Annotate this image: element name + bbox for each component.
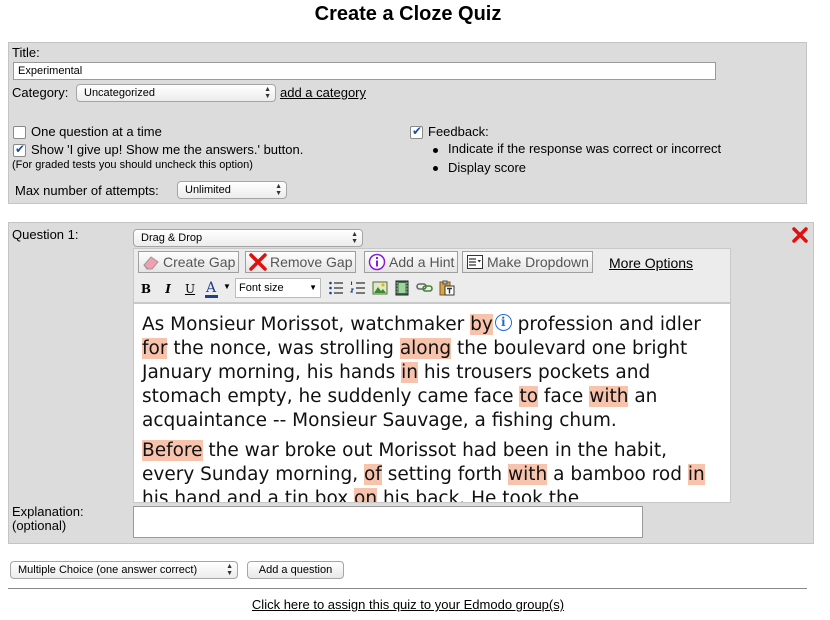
more-options-link[interactable]: More Options [609, 255, 693, 271]
make-dropdown-button[interactable]: Make Dropdown [462, 251, 593, 273]
bullet-list-icon[interactable] [328, 280, 344, 296]
make-dropdown-label: Make Dropdown [487, 254, 589, 270]
feedback-item: Indicate if the response was correct or … [448, 141, 722, 156]
one-question-checkbox[interactable] [13, 126, 26, 139]
editor-toolbar: Create Gap Remove Gap Add a Hint Make Dr… [133, 248, 731, 303]
numbered-list-icon[interactable] [349, 280, 366, 296]
question-panel: Question 1: Drag & Drop ▲ ▼ Create Gap Re… [8, 222, 814, 544]
info-icon [368, 253, 386, 271]
hint-info-icon[interactable]: i [494, 314, 512, 331]
passage-text: As Monsieur Morissot, watchmaker [142, 314, 471, 335]
assign-quiz-link[interactable]: Click here to assign this quiz to your E… [0, 597, 816, 612]
explanation-textarea[interactable] [133, 506, 643, 538]
add-category-link[interactable]: add a category [280, 85, 366, 100]
category-select-value: Uncategorized [84, 87, 155, 99]
gap-word[interactable]: in [687, 464, 705, 485]
max-attempts-select[interactable]: Unlimited ▲ ▼ [177, 181, 287, 199]
title-input[interactable]: Experimental [13, 62, 716, 80]
italic-button[interactable]: I [160, 281, 176, 297]
remove-gap-label: Remove Gap [270, 254, 353, 270]
cloze-passage[interactable]: As Monsieur Morissot, watchmaker by i pro… [142, 313, 722, 503]
footer-divider [8, 588, 807, 589]
explanation-label: Explanation: [12, 504, 84, 519]
max-attempts-value: Unlimited [185, 184, 231, 196]
insert-link-icon[interactable] [416, 280, 434, 296]
gap-word[interactable]: of [363, 464, 382, 485]
passage-text: face [538, 386, 590, 407]
question-editor[interactable]: As Monsieur Morissot, watchmaker by i pro… [133, 303, 731, 503]
font-color-swatch [205, 295, 218, 298]
passage-text: profession and idler [511, 314, 701, 335]
font-size-select[interactable]: Font size ▼ [235, 278, 321, 298]
create-gap-button[interactable]: Create Gap [138, 251, 240, 273]
show-give-up-label: Show 'I give up! Show me the answers.' b… [31, 142, 304, 157]
select-arrows-icon: ▲ ▼ [351, 231, 358, 245]
red-x-icon [249, 253, 267, 271]
font-color-letter: A [206, 280, 217, 296]
add-hint-button[interactable]: Add a Hint [364, 251, 459, 273]
passage-text: setting forth [381, 464, 509, 485]
feedback-checkbox[interactable] [410, 124, 423, 139]
font-color-button[interactable]: A ▼ [204, 278, 232, 298]
one-question-label: One question at a time [31, 124, 162, 139]
gap-word[interactable]: with [589, 386, 629, 407]
dropdown-list-icon [466, 253, 484, 271]
chevron-down-icon: ▼ [223, 282, 231, 291]
passage-text: the nonce, was strolling [167, 338, 400, 359]
gap-word[interactable]: by [470, 314, 493, 335]
font-size-value: Font size [239, 282, 284, 294]
quiz-settings-panel: Title: Experimental Category: Uncategori… [8, 42, 807, 204]
paste-text-icon[interactable] [439, 280, 455, 296]
delete-question-icon[interactable] [792, 227, 808, 243]
passage-text: his hand and a tin box [142, 488, 355, 503]
gap-word[interactable]: with [508, 464, 548, 485]
graded-note: (For graded tests you should uncheck thi… [12, 159, 253, 171]
gap-word[interactable]: on [354, 488, 378, 502]
show-give-up-checkbox[interactable] [13, 142, 26, 157]
passage-paragraph: Before the war broke out Morissot had be… [142, 439, 722, 503]
add-hint-label: Add a Hint [389, 254, 455, 270]
max-attempts-label: Max number of attempts: [15, 183, 159, 198]
bullet-icon [433, 148, 438, 153]
select-arrows-icon: ▲ ▼ [226, 563, 233, 577]
question-label: Question 1: [12, 227, 79, 242]
insert-video-icon[interactable] [394, 280, 410, 296]
add-question-type-select[interactable]: Multiple Choice (one answer correct) ▲ ▼ [10, 561, 238, 579]
gap-word[interactable]: to [519, 386, 539, 407]
category-select[interactable]: Uncategorized ▲ ▼ [76, 84, 276, 102]
feedback-label: Feedback: [428, 124, 489, 139]
remove-gap-button[interactable]: Remove Gap [245, 251, 357, 273]
select-arrows-icon: ▲ ▼ [264, 86, 271, 100]
add-question-button[interactable]: Add a question [247, 561, 344, 579]
gap-word[interactable]: along [399, 338, 452, 359]
passage-text: a bamboo rod [547, 464, 688, 485]
gap-word[interactable]: Before [142, 440, 203, 461]
gap-word[interactable]: for [142, 338, 168, 359]
create-gap-label: Create Gap [163, 254, 236, 270]
eraser-icon [142, 253, 160, 271]
add-question-type-value: Multiple Choice (one answer correct) [18, 564, 198, 576]
title-label: Title: [12, 45, 40, 60]
feedback-item: Display score [448, 160, 527, 175]
gap-word[interactable]: in [401, 362, 419, 383]
underline-button[interactable]: U [182, 281, 198, 297]
bullet-icon [433, 166, 438, 171]
page-title: Create a Cloze Quiz [314, 3, 502, 25]
question-type-select[interactable]: Drag & Drop ▲ ▼ [133, 229, 363, 247]
passage-paragraph: As Monsieur Morissot, watchmaker by i pro… [142, 313, 722, 433]
category-label: Category: [12, 85, 69, 100]
select-arrows-icon: ▲ ▼ [275, 183, 282, 197]
bold-button[interactable]: B [138, 281, 154, 297]
passage-text: his back. He took the [377, 488, 580, 503]
question-type-value: Drag & Drop [141, 232, 203, 244]
insert-image-icon[interactable] [372, 280, 388, 296]
explanation-optional-label: (optional) [12, 518, 67, 533]
chevron-down-icon: ▼ [309, 283, 317, 292]
